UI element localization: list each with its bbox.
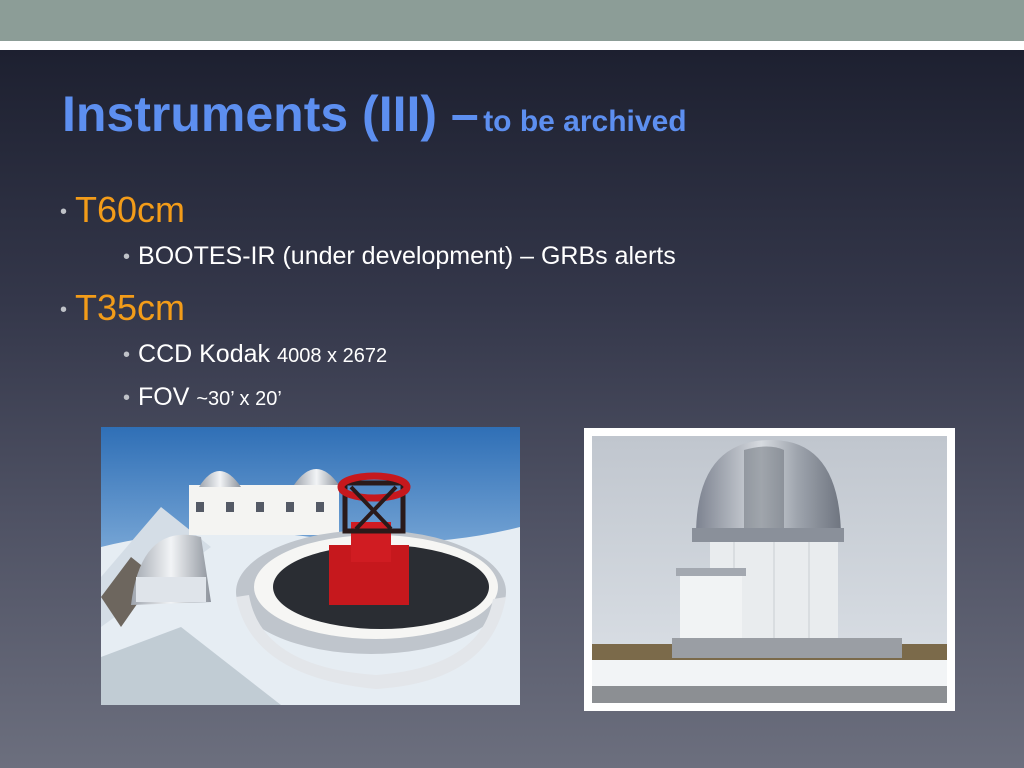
bullet-t60cm: • T60cm — [60, 189, 185, 231]
bullet-t35cm: • T35cm — [60, 287, 185, 329]
bullet-dot: • — [123, 386, 131, 409]
telescope-dome-illustration — [101, 427, 520, 705]
bullet-dot: • — [60, 298, 68, 321]
telescope-dome-snow-photo — [101, 427, 520, 705]
observatory-dome-illustration — [592, 436, 947, 703]
bullet-dot: • — [60, 200, 68, 223]
small-observatory-dome-photo — [584, 428, 955, 711]
sub-bullet-text: FOV — [138, 383, 190, 411]
sub-bullet-bootes: • BOOTES-IR (under development) – GRBs al… — [123, 242, 676, 271]
slide-title: Instruments (III) – to be archived — [62, 85, 687, 143]
bullet-dot: • — [123, 343, 131, 366]
sub-bullet-detail: 4008 x 2672 — [276, 345, 388, 367]
sub-bullet-fov: • FOV ~30’ x 20’ — [123, 383, 282, 412]
sub-bullet-ccd: • CCD Kodak 4008 x 2672 — [123, 340, 387, 369]
title-subtitle: to be archived — [483, 105, 687, 138]
top-banner — [0, 0, 1024, 41]
title-main: Instruments (III) – — [62, 86, 479, 142]
bullet-label: T35cm — [75, 287, 186, 328]
top-divider — [0, 41, 1024, 50]
sub-bullet-text: CCD Kodak — [138, 340, 271, 368]
sub-bullet-detail: ~30’ x 20’ — [196, 388, 282, 410]
sub-bullet-text: BOOTES-IR (under development) – GRBs ale… — [138, 242, 676, 270]
bullet-dot: • — [123, 245, 131, 268]
bullet-label: T60cm — [75, 189, 186, 230]
